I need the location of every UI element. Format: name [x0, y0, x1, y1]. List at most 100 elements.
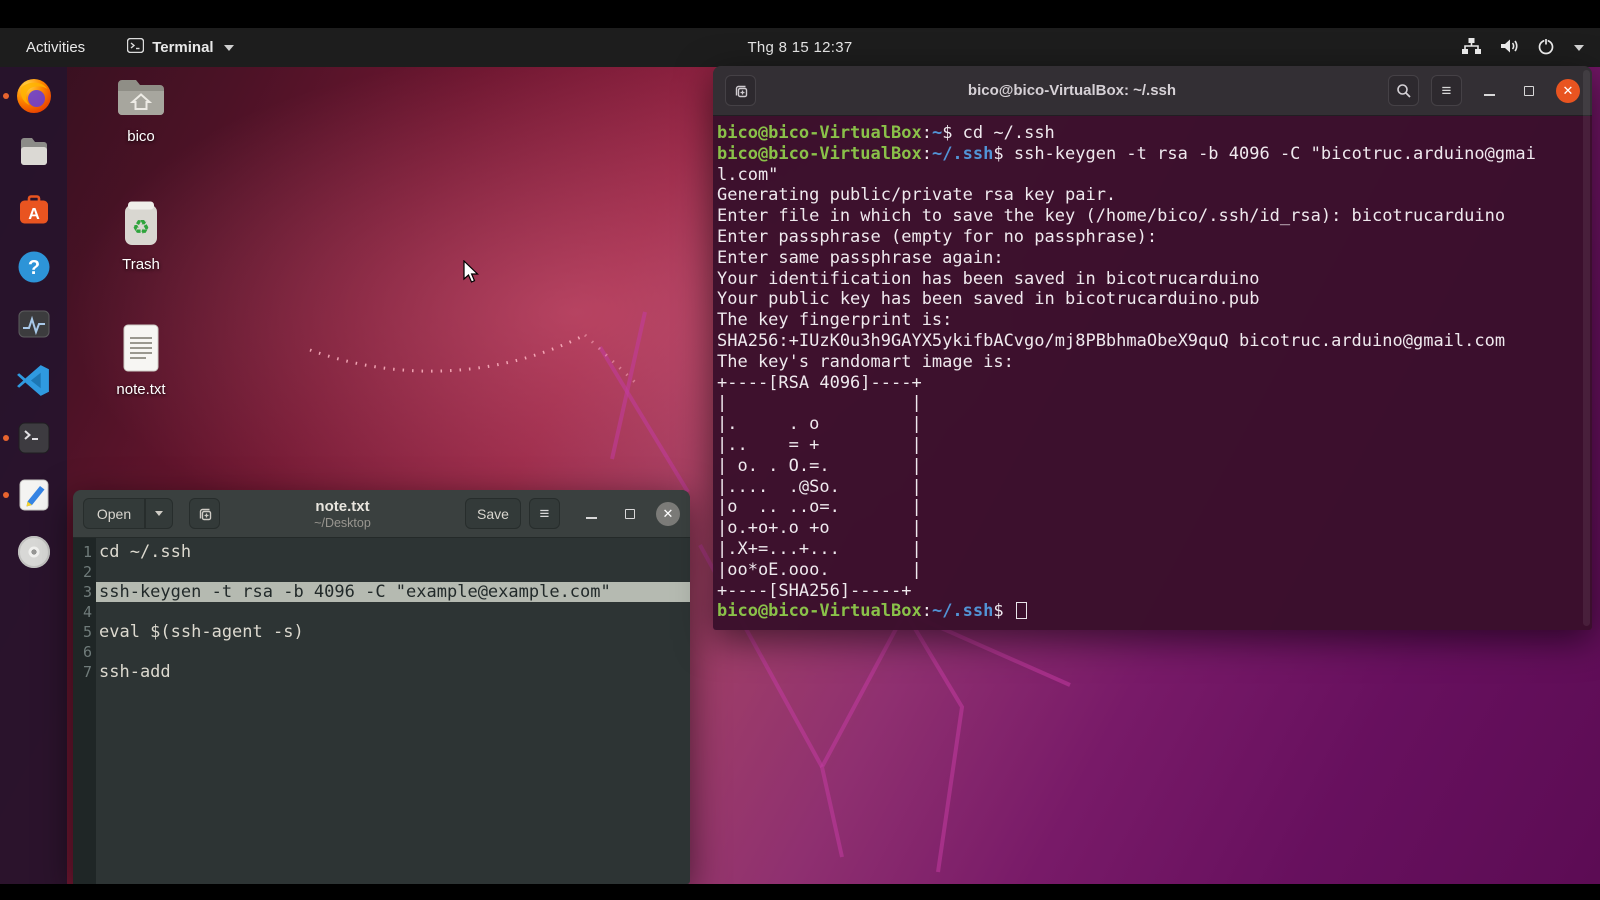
firefox-icon: [15, 77, 53, 115]
minimize-icon: [1484, 94, 1495, 96]
save-button[interactable]: Save: [465, 498, 521, 529]
mouse-cursor: [462, 260, 484, 289]
maximize-icon: [625, 509, 635, 519]
editor-line-selected: ssh-keygen -t rsa -b 4096 -C "example@ex…: [96, 582, 690, 602]
terminal-output[interactable]: bico@bico-VirtualBox:~$ cd ~/.sshbico@bi…: [713, 116, 1592, 630]
terminal-line: bico@bico-VirtualBox:~$ cd ~/.ssh: [717, 123, 1592, 144]
network-icon[interactable]: [1461, 37, 1482, 59]
minimize-button[interactable]: [578, 501, 604, 527]
vscode-icon: [15, 362, 52, 399]
minimize-button[interactable]: [1476, 78, 1502, 104]
running-indicator: [3, 93, 9, 99]
terminal-line: The key's randomart image is:: [717, 352, 1592, 373]
chevron-down-icon[interactable]: [1574, 45, 1584, 51]
terminal-line: Your identification has been saved in bi…: [717, 269, 1592, 290]
terminal-line: | |: [717, 393, 1592, 414]
hamburger-icon: ≡: [540, 505, 550, 522]
dock-item-help[interactable]: ?: [0, 238, 67, 295]
chevron-down-icon: [155, 511, 163, 516]
terminal-line: |. . o |: [717, 414, 1592, 435]
terminal-line: bico@bico-VirtualBox:~/.ssh$: [717, 601, 1592, 622]
dock-item-disc[interactable]: [0, 523, 67, 580]
dock: A?: [0, 67, 67, 884]
maximize-button[interactable]: [1516, 78, 1542, 104]
line-number: 3: [73, 582, 92, 602]
editor-text[interactable]: cd ~/.ssh ssh-keygen -t rsa -b 4096 -C "e…: [96, 538, 690, 884]
desktop-icon-label: Trash: [122, 256, 160, 273]
editor-line: [96, 562, 690, 582]
editor-line: ssh-add: [96, 662, 690, 682]
gedit-menu-button[interactable]: ≡: [529, 498, 560, 529]
gedit-headerbar: Open note.txt ~/Desktop Save ≡: [73, 490, 690, 538]
terminal-line: The key fingerprint is:: [717, 310, 1592, 331]
close-button[interactable]: ✕: [656, 502, 680, 526]
terminal-line: SHA256:+IUzK0u3h9GAYX5ykifbACvgo/mj8PBbh…: [717, 331, 1592, 352]
dock-item-vscode[interactable]: [0, 352, 67, 409]
line-number: 1: [73, 542, 92, 562]
dock-item-firefox[interactable]: [0, 67, 67, 124]
terminal-line: |o.+o+.o +o |: [717, 518, 1592, 539]
maximize-button[interactable]: [617, 501, 643, 527]
new-document-button[interactable]: [189, 498, 220, 529]
new-tab-icon: [197, 506, 213, 522]
terminal-line: l.com": [717, 165, 1592, 186]
line-number: 4: [73, 602, 92, 622]
home-folder-icon: [115, 76, 167, 125]
line-number: 6: [73, 642, 92, 662]
terminal-title-text: bico@bico-VirtualBox: ~/.ssh: [756, 82, 1388, 99]
new-tab-button[interactable]: [725, 75, 756, 106]
terminal-line: |.... .@So. |: [717, 477, 1592, 498]
terminal-line: Enter passphrase (empty for no passphras…: [717, 227, 1592, 248]
open-dropdown-button[interactable]: [145, 498, 173, 529]
dock-item-files[interactable]: [0, 124, 67, 181]
close-icon: ✕: [1563, 84, 1574, 97]
system-monitor-icon: [17, 308, 51, 340]
dock-item-system-monitor[interactable]: [0, 295, 67, 352]
desktop-icon-bico[interactable]: bico: [104, 76, 178, 145]
editor-line: [96, 602, 690, 622]
dock-item-terminal[interactable]: [0, 409, 67, 466]
editor-line: cd ~/.ssh: [96, 542, 690, 562]
files-icon: [16, 136, 52, 170]
terminal-line: +----[SHA256]-----+: [717, 581, 1592, 602]
terminal-line: |o .. ..o=. |: [717, 497, 1592, 518]
running-indicator: [3, 435, 9, 441]
dock-item-text-editor[interactable]: [0, 466, 67, 523]
search-button[interactable]: [1388, 75, 1419, 106]
terminal-icon: [16, 420, 52, 456]
desktop-icon-Trash[interactable]: ♻ Trash: [104, 198, 178, 273]
ubuntu-software-icon: A: [16, 192, 52, 228]
terminal-menu-button[interactable]: ≡: [1431, 75, 1462, 106]
terminal-line: Enter same passphrase again:: [717, 248, 1592, 269]
clock[interactable]: Thg 8 15 12:37: [0, 39, 1600, 56]
terminal-window: bico@bico-VirtualBox: ~/.ssh ≡ ✕ bico@bi…: [713, 66, 1592, 630]
svg-text:♻: ♻: [132, 215, 150, 239]
power-icon[interactable]: [1537, 37, 1555, 59]
line-number-gutter: 1234567: [73, 538, 96, 884]
editor-line: [96, 642, 690, 662]
terminal-line: |.X+=...+... |: [717, 539, 1592, 560]
desktop-icon-label: note.txt: [116, 381, 165, 398]
save-label: Save: [477, 506, 509, 522]
desktop-icon-note-txt[interactable]: note.txt: [104, 323, 178, 398]
volume-icon[interactable]: [1499, 37, 1520, 59]
editor-area[interactable]: 1234567 cd ~/.ssh ssh-keygen -t rsa -b 40…: [73, 538, 690, 884]
gedit-title: note.txt ~/Desktop: [228, 498, 457, 530]
terminal-title: bico@bico-VirtualBox: ~/.ssh: [756, 82, 1388, 99]
terminal-headerbar: bico@bico-VirtualBox: ~/.ssh ≡ ✕: [713, 66, 1592, 116]
dock-item-ubuntu-software[interactable]: A: [0, 181, 67, 238]
text-editor-icon: [16, 477, 52, 513]
top-panel: Activities Terminal Thg 8 15 12:37: [0, 28, 1600, 67]
document-path: ~/Desktop: [228, 516, 457, 530]
close-button[interactable]: ✕: [1556, 79, 1580, 103]
svg-text:A: A: [28, 206, 40, 223]
terminal-line: | o. . O.=. |: [717, 456, 1592, 477]
terminal-line: |.. = + |: [717, 435, 1592, 456]
text-file-icon: [120, 323, 162, 378]
trash-icon: ♻: [118, 198, 164, 253]
terminal-line: bico@bico-VirtualBox:~/.ssh$ ssh-keygen …: [717, 144, 1592, 165]
terminal-line: +----[RSA 4096]----+: [717, 373, 1592, 394]
open-button[interactable]: Open: [83, 498, 145, 529]
terminal-scrollbar[interactable]: [1583, 70, 1590, 626]
editor-line: eval $(ssh-agent -s): [96, 622, 690, 642]
